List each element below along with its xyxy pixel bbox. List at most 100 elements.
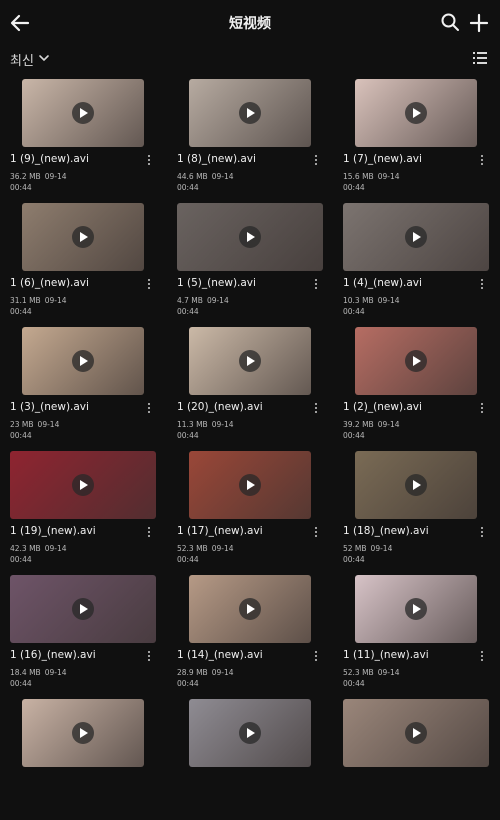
- video-duration: 00:44: [10, 431, 32, 440]
- video-item[interactable]: 1 (9)_(new).avi 36.2 MB 09-14 00:44: [10, 76, 176, 200]
- video-meta: 42.3 MB 09-14: [10, 544, 71, 553]
- play-icon[interactable]: [239, 102, 261, 124]
- sort-bar: 최신: [0, 46, 500, 72]
- file-size: 4.7 MB: [177, 296, 203, 305]
- more-options-icon[interactable]: [146, 401, 152, 415]
- more-options-icon[interactable]: [479, 153, 485, 167]
- more-options-icon[interactable]: [146, 649, 152, 663]
- play-icon[interactable]: [239, 474, 261, 496]
- video-item[interactable]: 1 (18)_(new).avi 52 MB 09-14 00:44: [343, 448, 500, 572]
- more-options-icon[interactable]: [146, 277, 152, 291]
- play-icon[interactable]: [239, 350, 261, 372]
- video-meta: 44.6 MB 09-14: [177, 172, 238, 181]
- play-icon[interactable]: [239, 598, 261, 620]
- video-item[interactable]: 1 (7)_(new).avi 15.6 MB 09-14 00:44: [343, 76, 500, 200]
- more-options-icon[interactable]: [479, 401, 485, 415]
- video-duration: 00:44: [177, 431, 199, 440]
- more-options-icon[interactable]: [313, 153, 319, 167]
- more-options-icon[interactable]: [313, 401, 319, 415]
- file-date: 09-14: [377, 420, 400, 429]
- video-filename: 1 (16)_(new).avi: [10, 649, 96, 661]
- video-filename: 1 (19)_(new).avi: [10, 525, 96, 537]
- video-thumbnail[interactable]: [22, 79, 144, 147]
- video-thumbnail[interactable]: [22, 203, 144, 271]
- file-size: 36.2 MB: [10, 172, 41, 181]
- video-duration: 00:44: [10, 679, 32, 688]
- video-thumbnail[interactable]: [22, 327, 144, 395]
- play-icon[interactable]: [405, 598, 427, 620]
- video-item[interactable]: 1 (3)_(new).avi 23 MB 09-14 00:44: [10, 324, 176, 448]
- video-duration: 00:44: [177, 307, 199, 316]
- play-icon[interactable]: [72, 102, 94, 124]
- video-item[interactable]: 1 (4)_(new).avi 10.3 MB 09-14 00:44: [343, 200, 500, 324]
- video-thumbnail[interactable]: [189, 699, 311, 767]
- file-size: 44.6 MB: [177, 172, 208, 181]
- video-thumbnail[interactable]: [189, 327, 311, 395]
- video-thumbnail[interactable]: [343, 203, 489, 271]
- video-item[interactable]: [177, 696, 343, 820]
- video-filename: 1 (18)_(new).avi: [343, 525, 429, 537]
- file-date: 09-14: [44, 668, 67, 677]
- play-icon[interactable]: [72, 350, 94, 372]
- video-thumbnail[interactable]: [343, 699, 489, 767]
- more-options-icon[interactable]: [313, 649, 319, 663]
- video-meta: 4.7 MB 09-14: [177, 296, 233, 305]
- more-options-icon[interactable]: [313, 525, 319, 539]
- video-item[interactable]: 1 (16)_(new).avi 18.4 MB 09-14 00:44: [10, 572, 176, 696]
- play-icon[interactable]: [72, 598, 94, 620]
- search-icon[interactable]: [440, 12, 460, 32]
- video-meta: 52.3 MB 09-14: [343, 668, 404, 677]
- file-date: 09-14: [211, 544, 234, 553]
- sort-dropdown[interactable]: 최신: [10, 50, 34, 69]
- play-icon[interactable]: [72, 226, 94, 248]
- video-meta: 23 MB 09-14: [10, 420, 63, 429]
- play-icon[interactable]: [72, 474, 94, 496]
- more-options-icon[interactable]: [479, 649, 485, 663]
- play-icon[interactable]: [405, 226, 427, 248]
- play-icon[interactable]: [405, 350, 427, 372]
- plus-icon[interactable]: [468, 12, 490, 34]
- video-thumbnail[interactable]: [355, 451, 477, 519]
- video-thumbnail[interactable]: [177, 203, 323, 271]
- play-icon[interactable]: [239, 226, 261, 248]
- video-item[interactable]: 1 (6)_(new).avi 31.1 MB 09-14 00:44: [10, 200, 176, 324]
- video-item[interactable]: 1 (19)_(new).avi 42.3 MB 09-14 00:44: [10, 448, 176, 572]
- more-options-icon[interactable]: [313, 277, 319, 291]
- video-item[interactable]: 1 (11)_(new).avi 52.3 MB 09-14 00:44: [343, 572, 500, 696]
- more-options-icon[interactable]: [146, 153, 152, 167]
- more-options-icon[interactable]: [146, 525, 152, 539]
- play-icon[interactable]: [405, 102, 427, 124]
- video-thumbnail[interactable]: [355, 575, 477, 643]
- video-duration: 00:44: [177, 555, 199, 564]
- video-item[interactable]: 1 (8)_(new).avi 44.6 MB 09-14 00:44: [177, 76, 343, 200]
- video-item[interactable]: 1 (14)_(new).avi 28.9 MB 09-14 00:44: [177, 572, 343, 696]
- video-thumbnail[interactable]: [22, 699, 144, 767]
- video-thumbnail[interactable]: [189, 575, 311, 643]
- play-icon[interactable]: [239, 722, 261, 744]
- video-item[interactable]: 1 (20)_(new).avi 11.3 MB 09-14 00:44: [177, 324, 343, 448]
- play-icon[interactable]: [72, 722, 94, 744]
- video-item[interactable]: [343, 696, 500, 820]
- chevron-down-icon[interactable]: [38, 52, 50, 64]
- video-thumbnail[interactable]: [355, 327, 477, 395]
- video-meta: 28.9 MB 09-14: [177, 668, 238, 677]
- video-item[interactable]: [10, 696, 176, 820]
- video-item[interactable]: 1 (17)_(new).avi 52.3 MB 09-14 00:44: [177, 448, 343, 572]
- video-duration: 00:44: [177, 183, 199, 192]
- list-view-icon[interactable]: [472, 50, 488, 66]
- video-meta: 18.4 MB 09-14: [10, 668, 71, 677]
- video-thumbnail[interactable]: [189, 79, 311, 147]
- play-icon[interactable]: [405, 474, 427, 496]
- play-icon[interactable]: [405, 722, 427, 744]
- more-options-icon[interactable]: [479, 525, 485, 539]
- video-thumbnail[interactable]: [10, 575, 156, 643]
- video-thumbnail[interactable]: [189, 451, 311, 519]
- video-thumbnail[interactable]: [10, 451, 156, 519]
- video-item[interactable]: 1 (2)_(new).avi 39.2 MB 09-14 00:44: [343, 324, 500, 448]
- video-thumbnail[interactable]: [355, 79, 477, 147]
- more-options-icon[interactable]: [479, 277, 485, 291]
- video-filename: 1 (14)_(new).avi: [177, 649, 263, 661]
- video-item[interactable]: 1 (5)_(new).avi 4.7 MB 09-14 00:44: [177, 200, 343, 324]
- file-date: 09-14: [44, 296, 67, 305]
- video-meta: 10.3 MB 09-14: [343, 296, 404, 305]
